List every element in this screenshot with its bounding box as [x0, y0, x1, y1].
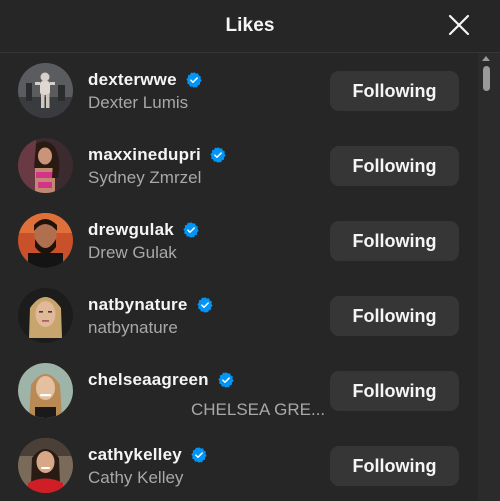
- full-name: natbynature: [88, 318, 178, 337]
- list-item: chelseaagreen CHELSEA GRE... Following: [0, 353, 478, 428]
- following-button[interactable]: Following: [330, 71, 459, 111]
- username-line: maxxinedupri: [88, 144, 227, 166]
- full-name: Cathy Kelley: [88, 468, 184, 487]
- full-name: Sydney Zmrzel: [88, 168, 202, 187]
- verified-badge-icon: [191, 447, 207, 463]
- avatar[interactable]: [18, 63, 73, 118]
- list-item: cathykelley Cathy Kelley Following: [0, 428, 478, 501]
- list-item: natbynature natbynature Following: [0, 278, 478, 353]
- list-item: maxxinedupri Sydney Zmrzel Following: [0, 128, 478, 203]
- username-line: cathykelley: [88, 444, 208, 466]
- username-line: chelseaagreen: [88, 369, 235, 391]
- verified-badge-icon: [186, 72, 202, 88]
- following-button[interactable]: Following: [330, 446, 459, 486]
- dialog-title: Likes: [225, 15, 275, 36]
- following-button[interactable]: Following: [330, 146, 459, 186]
- username[interactable]: dexterwwe: [88, 70, 177, 90]
- list-item: dexterwwe Dexter Lumis Following: [0, 53, 478, 128]
- following-button[interactable]: Following: [330, 371, 459, 411]
- verified-badge-icon: [196, 297, 213, 313]
- full-name: Drew Gulak: [88, 243, 177, 262]
- username[interactable]: drewgulak: [88, 220, 174, 240]
- avatar[interactable]: [18, 438, 73, 493]
- likes-dialog: Likes dexterwwe Dexter Lumis Following m…: [0, 0, 500, 501]
- username-line: natbynature: [88, 294, 214, 316]
- username[interactable]: cathykelley: [88, 445, 182, 465]
- full-name: CHELSEA GRE...: [191, 400, 326, 419]
- avatar[interactable]: [18, 288, 73, 343]
- scrollbar[interactable]: [478, 53, 500, 501]
- username[interactable]: maxxinedupri: [88, 145, 201, 165]
- username[interactable]: natbynature: [88, 295, 188, 315]
- verified-badge-icon: [218, 372, 234, 388]
- username-line: dexterwwe: [88, 69, 203, 91]
- likes-list: dexterwwe Dexter Lumis Following maxxine…: [0, 53, 478, 501]
- avatar[interactable]: [18, 363, 73, 418]
- full-name: Dexter Lumis: [88, 93, 189, 112]
- scroll-up-arrow-icon[interactable]: [482, 56, 490, 61]
- scrollbar-thumb[interactable]: [483, 66, 490, 91]
- following-button[interactable]: Following: [330, 221, 459, 261]
- avatar[interactable]: [18, 138, 73, 193]
- avatar[interactable]: [18, 213, 73, 268]
- following-button[interactable]: Following: [330, 296, 459, 336]
- username[interactable]: chelseaagreen: [88, 370, 209, 390]
- close-icon[interactable]: [444, 10, 474, 40]
- username-line: drewgulak: [88, 219, 200, 241]
- dialog-header: Likes: [0, 0, 500, 53]
- list-item: drewgulak Drew Gulak Following: [0, 203, 478, 278]
- verified-badge-icon: [183, 222, 199, 238]
- verified-badge-icon: [210, 147, 226, 163]
